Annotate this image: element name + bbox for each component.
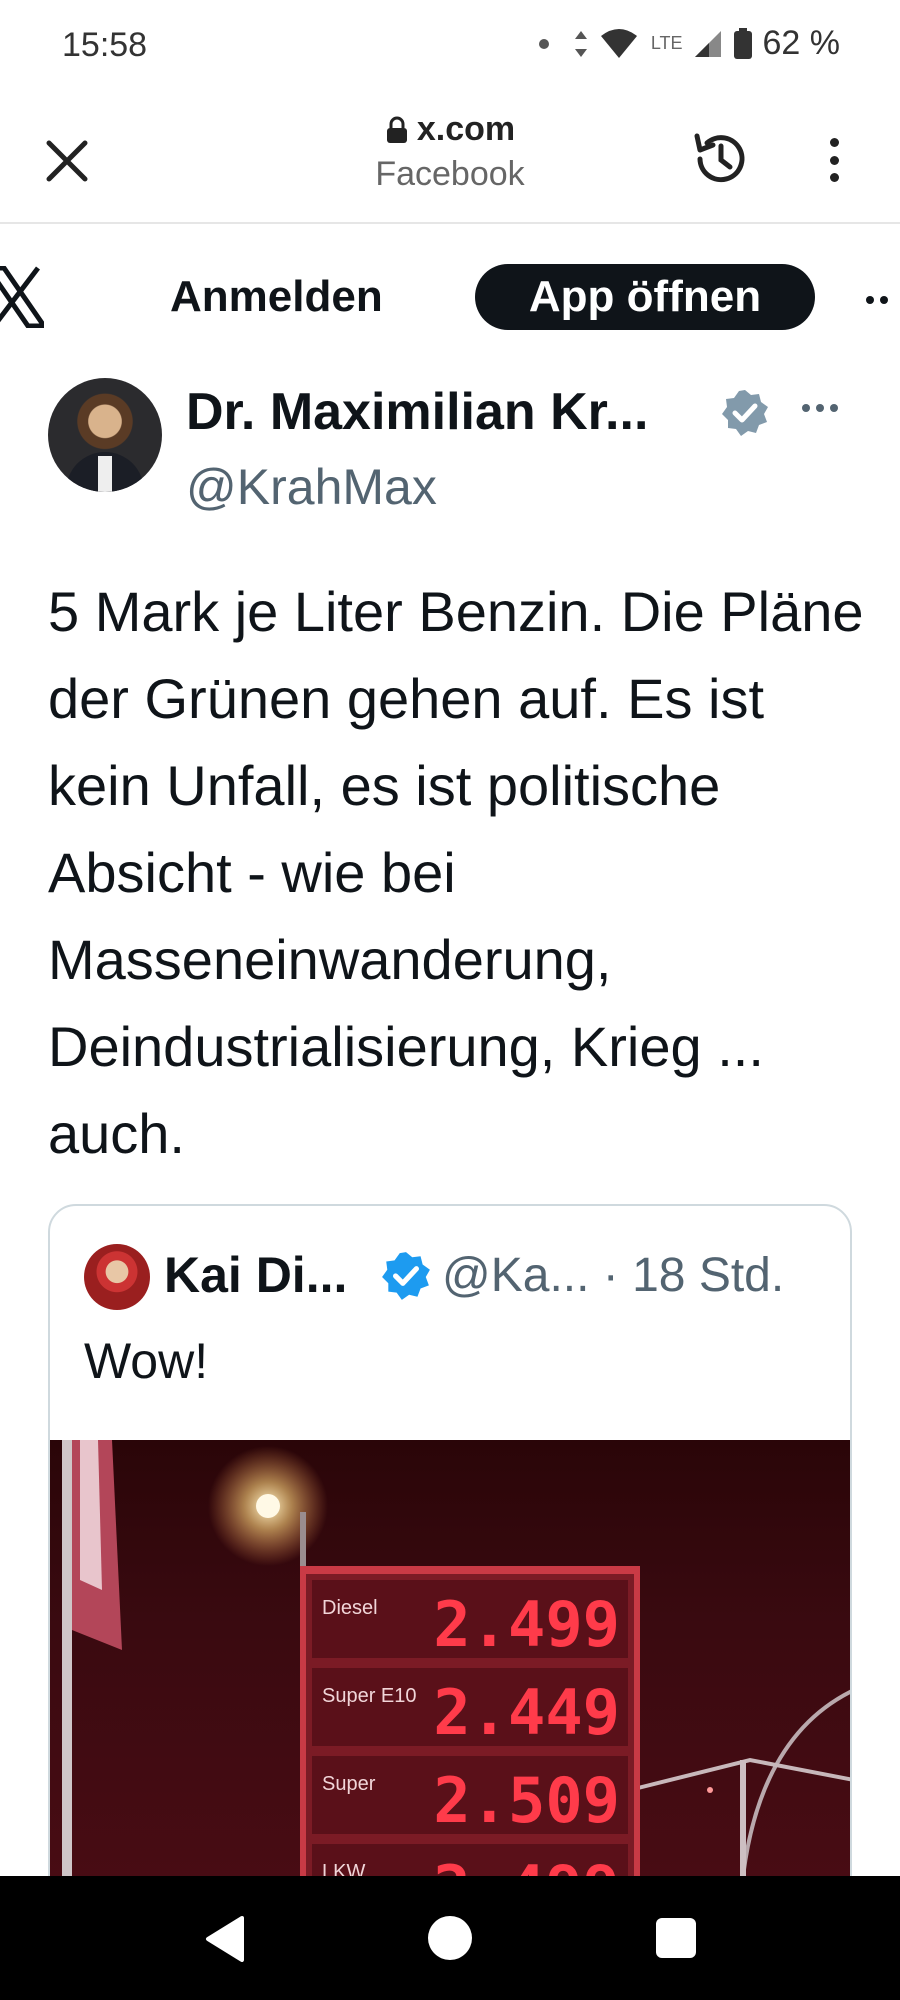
url-text: x.com <box>416 110 516 148</box>
url-line: x.com <box>300 110 600 149</box>
verified-badge-icon <box>382 1252 430 1300</box>
fuel-price: 2.499 <box>433 1588 620 1661</box>
lock-icon <box>386 116 407 143</box>
author-handle[interactable]: @KrahMax <box>186 458 437 516</box>
fuel-price: 2.449 <box>433 1676 620 1749</box>
network-type: LTE <box>650 33 683 53</box>
status-bar: 15:58 LTE 62 % <box>0 0 900 96</box>
status-icons: LTE 62 % <box>538 24 841 63</box>
history-icon <box>694 133 745 183</box>
fuel-type-label: Diesel <box>322 1597 378 1619</box>
tweet-more-icon[interactable] <box>802 404 838 412</box>
recent-apps-icon[interactable] <box>656 1918 696 1958</box>
fuel-price: 2.509 <box>433 1764 620 1837</box>
url-display[interactable]: x.com Facebook <box>300 110 600 194</box>
header-more-icon[interactable] <box>866 296 888 304</box>
home-icon[interactable] <box>428 1916 472 1960</box>
battery-level: 62 % <box>762 24 841 62</box>
fuel-type-label: Super E10 <box>322 1685 417 1707</box>
quote-author-handle: @Ka... · 18 Std. <box>442 1249 785 1302</box>
signin-button[interactable]: Anmelden <box>170 272 383 322</box>
history-button[interactable] <box>688 126 754 192</box>
notification-dot-icon <box>538 38 549 49</box>
back-icon[interactable] <box>204 1916 244 1962</box>
close-icon <box>46 140 88 182</box>
url-subtitle: Facebook <box>375 155 525 193</box>
avatar[interactable] <box>48 378 162 492</box>
quoted-tweet-card[interactable]: Kai Di... @Ka... · 18 Std. Wow! Diesel 2… <box>48 1204 852 1904</box>
quote-author-name: Kai Di... <box>164 1247 348 1303</box>
close-button[interactable] <box>38 132 96 190</box>
open-app-button[interactable]: App öffnen <box>475 264 815 330</box>
data-arrows-icon <box>574 30 587 57</box>
author-name[interactable]: Dr. Maximilian Kr... <box>186 382 648 442</box>
fuel-type-label: Super <box>322 1773 376 1795</box>
verified-badge-icon <box>722 390 768 436</box>
status-time: 15:58 <box>62 26 148 64</box>
navigation-bar <box>0 1876 900 2000</box>
more-vert-icon[interactable] <box>812 130 856 190</box>
quote-text: Wow! <box>84 1333 209 1389</box>
browser-toolbar: x.com Facebook <box>0 96 900 224</box>
quote-avatar <box>84 1244 150 1310</box>
wifi-icon <box>600 28 637 58</box>
tweet-text: 5 Mark je Liter Benzin. Die Pläne der Gr… <box>48 580 864 1165</box>
quote-image[interactable]: Diesel2.499Super E102.449Super2.509LKW2.… <box>50 1440 850 1902</box>
gas-station-sign: Diesel2.499Super E102.449Super2.509LKW2.… <box>62 1440 850 1902</box>
x-header: Anmelden App öffnen <box>0 226 900 376</box>
signal-icon <box>694 30 721 57</box>
x-logo-icon[interactable] <box>0 266 44 328</box>
battery-icon <box>733 27 752 59</box>
